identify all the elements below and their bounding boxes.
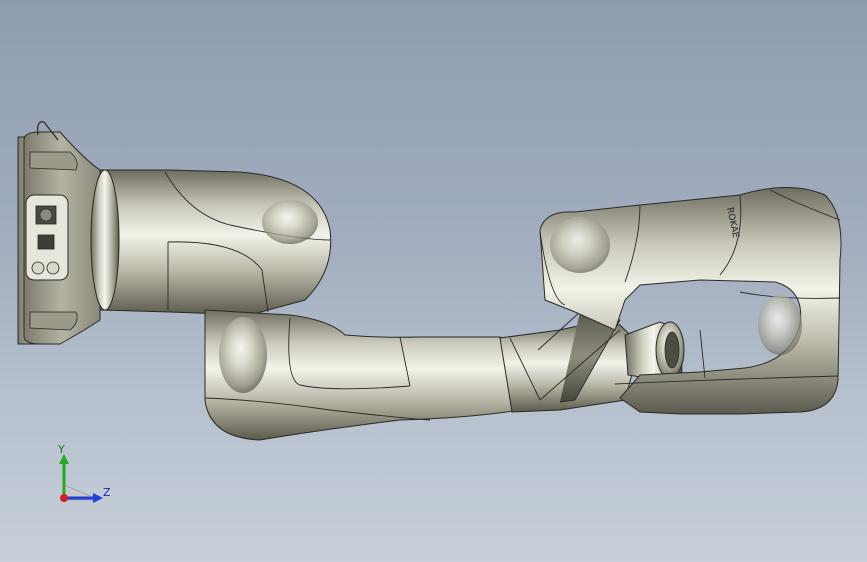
elbow-link[interactable] <box>204 309 521 441</box>
shoulder-link[interactable] <box>90 169 332 316</box>
connector-panel[interactable] <box>25 194 69 281</box>
power-button-icon[interactable] <box>31 261 45 275</box>
wrist-joint[interactable] <box>499 311 641 413</box>
status-button-icon[interactable] <box>46 261 60 275</box>
tool-flange[interactable] <box>624 321 685 381</box>
triad-y-label: Y <box>58 443 65 456</box>
connector-socket-icon[interactable] <box>37 234 55 250</box>
x-axis-icon <box>60 494 68 502</box>
triad-z-label: Z <box>103 486 111 499</box>
cad-viewport[interactable]: ROKAE Y Z <box>0 0 867 562</box>
robot-arm-model[interactable]: ROKAE <box>0 0 867 562</box>
